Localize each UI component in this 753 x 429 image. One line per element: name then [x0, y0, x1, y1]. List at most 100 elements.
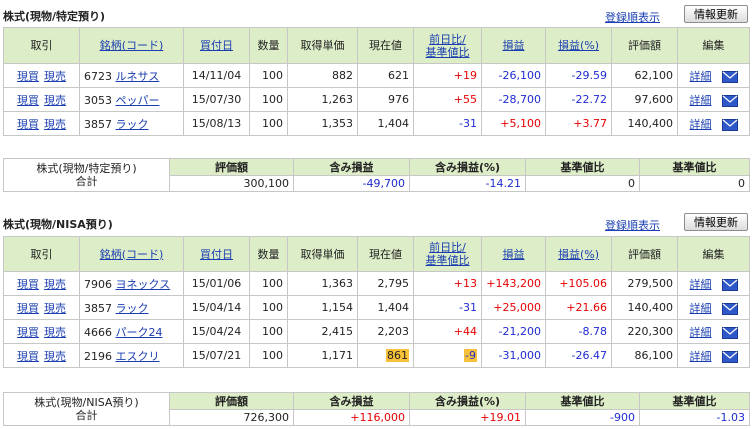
section-header-tokutei: 株式(現物/特定預り) 登録順表示 情報更新 [3, 5, 750, 25]
col-header-change-sort-2[interactable]: 基準値比 [426, 254, 470, 267]
profit-loss-pct: +105.06 [545, 271, 612, 296]
buy-link[interactable]: 現買 [17, 70, 39, 83]
col-header-change-sort-1[interactable]: 前日比/ [429, 241, 466, 254]
sell-link[interactable]: 現売 [44, 70, 66, 83]
summary-header: 基準値比 [525, 158, 640, 176]
stock-name-link[interactable]: ラック [116, 118, 149, 131]
buy-link[interactable]: 現買 [17, 350, 39, 363]
summary-value: 0 [639, 175, 750, 192]
col-header-pl-sort[interactable]: 損益 [503, 39, 525, 52]
stock-name-link[interactable]: ペッパー [116, 94, 160, 107]
summary-value: -14.21 [409, 175, 526, 192]
mail-icon[interactable] [721, 302, 738, 315]
valuation: 140,400 [611, 295, 678, 320]
buy-link[interactable]: 現買 [17, 278, 39, 291]
detail-link[interactable]: 詳細 [690, 94, 712, 107]
detail-link[interactable]: 詳細 [690, 350, 712, 363]
mail-icon[interactable] [721, 350, 738, 363]
stock-cell: 4666 パーク24 [79, 319, 184, 344]
mail-icon[interactable] [721, 70, 738, 83]
mail-icon[interactable] [721, 118, 738, 131]
edit-cell: 詳細 [677, 63, 750, 88]
registration-order-link[interactable]: 登録順表示 [605, 9, 660, 25]
stock-code: 6723 [84, 69, 112, 83]
col-header-change-sort-2[interactable]: 基準値比 [426, 46, 470, 59]
col-header-cost: 取得単価 [287, 236, 358, 272]
refresh-button[interactable]: 情報更新 [684, 213, 748, 231]
summary-header: 含み損益 [293, 158, 410, 176]
edit-cell: 詳細 [677, 111, 750, 136]
sell-link[interactable]: 現売 [44, 326, 66, 339]
quantity: 100 [249, 111, 288, 136]
col-header-plpct-sort[interactable]: 損益(%) [558, 39, 599, 52]
day-change: -31 [459, 117, 477, 130]
trade-cell: 現買 現売 [3, 87, 80, 112]
refresh-button[interactable]: 情報更新 [684, 5, 748, 23]
buy-link[interactable]: 現買 [17, 302, 39, 315]
current-price: 1,404 [377, 301, 410, 314]
acquisition-price: 1,263 [287, 87, 358, 112]
col-header-value: 評価額 [611, 27, 678, 64]
table-row: 現買 現売 3857 ラック 15/04/14 100 1,154 1,404 -31 +25,… [3, 295, 750, 320]
acquisition-price: 1,353 [287, 111, 358, 136]
summary-table-nisa: 株式(現物/NISA預り) 合計 評価額 含み損益 含み損益(%) 基準値比 基準… [3, 392, 750, 426]
stock-name-link[interactable]: エスクリ [116, 350, 160, 363]
col-header-trade: 取引 [3, 27, 80, 64]
col-header-qty: 数量 [249, 27, 288, 64]
detail-link[interactable]: 詳細 [690, 70, 712, 83]
stock-name-link[interactable]: ルネサス [116, 70, 160, 83]
detail-link[interactable]: 詳細 [690, 302, 712, 315]
detail-link[interactable]: 詳細 [690, 278, 712, 291]
registration-order-link[interactable]: 登録順表示 [605, 217, 660, 233]
profit-loss: +25,000 [481, 295, 546, 320]
section-title: 株式(現物/特定預り) [3, 10, 106, 23]
profit-loss-pct: -26.47 [545, 343, 612, 368]
summary-value: -49,700 [293, 175, 410, 192]
current-price-cell: 1,404 [357, 295, 414, 320]
summary-value: -1.03 [639, 409, 750, 426]
day-change: +55 [453, 93, 477, 106]
col-header-plpct-sort[interactable]: 損益(%) [558, 248, 599, 261]
buy-link[interactable]: 現買 [17, 326, 39, 339]
stock-name-link[interactable]: ラック [116, 302, 149, 315]
profit-loss-pct: -22.72 [545, 87, 612, 112]
current-price-cell: 621 [357, 63, 414, 88]
mail-icon[interactable] [721, 94, 738, 107]
col-header-pl-sort[interactable]: 損益 [503, 248, 525, 261]
change-cell: -31 [413, 111, 482, 136]
stock-cell: 2196 エスクリ [79, 343, 184, 368]
detail-link[interactable]: 詳細 [690, 326, 712, 339]
change-cell: -9 [413, 343, 482, 368]
stock-cell: 3053 ペッパー [79, 87, 184, 112]
buy-link[interactable]: 現買 [17, 94, 39, 107]
col-header-date-sort[interactable]: 買付日 [200, 248, 233, 261]
stock-name-link[interactable]: パーク24 [116, 326, 163, 339]
sell-link[interactable]: 現売 [44, 302, 66, 315]
summary-value: 300,100 [169, 175, 294, 192]
mail-icon[interactable] [721, 278, 738, 291]
quantity: 100 [249, 343, 288, 368]
sell-link[interactable]: 現売 [44, 118, 66, 131]
trade-cell: 現買 現売 [3, 63, 80, 88]
summary-header: 含み損益(%) [409, 158, 526, 176]
edit-cell: 詳細 [677, 87, 750, 112]
day-change: -31 [459, 301, 477, 314]
acquisition-price: 1,363 [287, 271, 358, 296]
summary-header: 含み損益 [293, 392, 410, 410]
detail-link[interactable]: 詳細 [690, 118, 712, 131]
buy-link[interactable]: 現買 [17, 118, 39, 131]
profit-loss: -26,100 [481, 63, 546, 88]
sell-link[interactable]: 現売 [44, 350, 66, 363]
trade-cell: 現買 現売 [3, 271, 80, 296]
sell-link[interactable]: 現売 [44, 94, 66, 107]
col-header-date-sort[interactable]: 買付日 [200, 39, 233, 52]
sell-link[interactable]: 現売 [44, 278, 66, 291]
col-header-change-sort-1[interactable]: 前日比/ [429, 33, 466, 46]
col-header-name-sort[interactable]: 銘柄(コード) [100, 248, 164, 261]
stock-cell: 3857 ラック [79, 295, 184, 320]
stock-name-link[interactable]: ヨネックス [116, 278, 171, 291]
summary-label: 株式(現物/NISA預り) 合計 [3, 392, 170, 426]
col-header-name-sort[interactable]: 銘柄(コード) [100, 39, 164, 52]
summary-header: 評価額 [169, 158, 294, 176]
mail-icon[interactable] [721, 326, 738, 339]
